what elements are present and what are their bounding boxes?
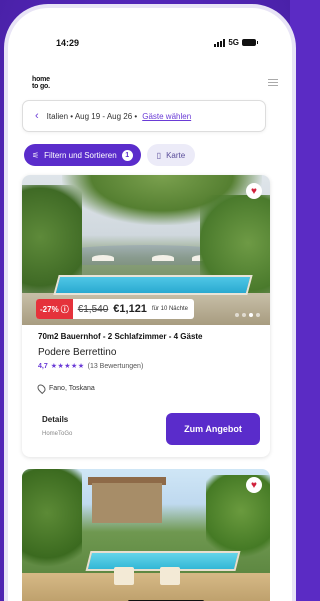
- status-indicators: 5G: [214, 38, 258, 47]
- listing-location: Fano, Toskana: [35, 382, 254, 395]
- map-label: Karte: [166, 150, 186, 160]
- old-price: €1,540: [77, 303, 109, 315]
- listing-name: Podere Berrettino: [38, 347, 117, 358]
- listing-card-2[interactable]: ♥: [22, 469, 270, 601]
- review-count: (13 Bewertungen): [87, 362, 144, 370]
- favorite-heart-icon[interactable]: ♥: [246, 477, 262, 493]
- filter-count-badge: 1: [121, 149, 133, 161]
- favorite-heart-icon[interactable]: ♥: [246, 183, 262, 199]
- choose-guests-link[interactable]: Gäste wählen: [142, 112, 191, 121]
- status-time: 14:29: [56, 38, 80, 48]
- info-icon: ⓘ: [60, 304, 69, 314]
- nights-label: für 10 Nächte: [151, 306, 188, 312]
- sliders-icon: ⚟: [32, 150, 40, 160]
- signal-icon: [214, 38, 226, 47]
- listing-details: 70m2 Bauernhof - 2 Schlafzimmer - 4 Gäst…: [22, 325, 270, 399]
- hometogo-logo[interactable]: home to go.: [32, 76, 278, 90]
- map-icon: ▯: [156, 150, 162, 160]
- star-rating-icon: ★★★★★: [50, 363, 85, 370]
- provider-label: HomeToGo: [42, 431, 73, 437]
- card-footer: Details HomeToGo Zum Angebot: [38, 413, 260, 445]
- photo-carousel-dots[interactable]: [235, 313, 260, 317]
- map-button[interactable]: ▯ Karte: [146, 144, 196, 166]
- phone-frame: 14:29 5G home to go. ‹ Italien • Aug 19 …: [8, 8, 292, 601]
- search-summary: Italien • Aug 19 - Aug 26 •: [46, 111, 138, 121]
- back-chevron-icon[interactable]: ‹: [35, 110, 39, 122]
- listing-photo[interactable]: ♥ -27% ⓘ €1,540 €1,121 für 10 Nächte: [22, 175, 270, 325]
- new-price: €1,121: [113, 303, 147, 315]
- rating-score: 4,7: [38, 362, 48, 370]
- hamburger-menu-icon[interactable]: [268, 79, 278, 87]
- listing-subtitle: 70m2 Bauernhof - 2 Schlafzimmer - 4 Gäst…: [38, 332, 203, 341]
- network-type: 5G: [228, 38, 239, 47]
- listing-rating: 4,7 ★★★★★ (13 Bewertungen): [38, 362, 254, 371]
- details-label: Details: [42, 415, 69, 424]
- search-bar[interactable]: ‹ Italien • Aug 19 - Aug 26 • Gäste wähl…: [22, 100, 266, 132]
- status-bar: 14:29 5G: [8, 38, 292, 52]
- listing-card[interactable]: ♥ -27% ⓘ €1,540 €1,121 für 10 Nächte 70m…: [22, 175, 270, 457]
- price-tag: -27% ⓘ €1,540 €1,121 für 10 Nächte: [36, 299, 194, 319]
- location-pin-icon: [35, 382, 48, 395]
- discount-badge: -27% ⓘ: [36, 299, 73, 319]
- filter-sort-button[interactable]: ⚟ Filtern und Sortieren 1: [24, 144, 141, 166]
- app-header: home to go.: [32, 76, 278, 96]
- view-offer-button[interactable]: Zum Angebot: [166, 413, 260, 445]
- filter-sort-label: Filtern und Sortieren: [44, 150, 117, 160]
- filter-bar: ⚟ Filtern und Sortieren 1 ▯ Karte: [24, 144, 196, 166]
- battery-icon: [242, 39, 258, 46]
- location-text: Fano, Toskana: [49, 385, 95, 392]
